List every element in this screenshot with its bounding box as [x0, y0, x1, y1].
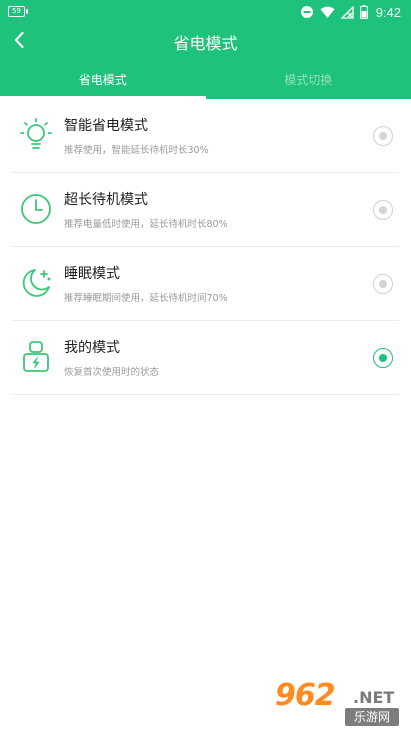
mode-title: 我的模式 — [64, 340, 120, 356]
watermark-suffix: .NET — [353, 688, 395, 707]
mode-item-smart-saving[interactable]: 智能省电模式 推荐使用，智能延长待机时长30% — [12, 99, 399, 173]
title-bar: 省电模式 — [0, 24, 411, 60]
watermark-site-name: 乐游网 — [345, 708, 399, 726]
mode-title: 超长待机模式 — [64, 192, 148, 208]
status-bar: 59 9:42 — [0, 0, 411, 24]
mode-title: 智能省电模式 — [64, 118, 148, 134]
status-time: 9:42 — [375, 4, 401, 20]
do-not-disturb-icon — [300, 6, 313, 18]
mode-radio[interactable] — [373, 126, 393, 146]
lightbulb-icon — [20, 118, 52, 149]
battery-icon — [359, 5, 368, 19]
mode-list: 智能省电模式 推荐使用，智能延长待机时长30% 超长待机模式 推荐电量低时使用，… — [0, 99, 411, 395]
tab-bar: 省电模式 模式切换 — [0, 63, 411, 99]
watermark-number: 962 — [275, 678, 336, 713]
mode-item-sleep[interactable]: 睡眠模式 推荐睡眠期间使用，延长待机时间70% — [12, 247, 399, 321]
page-title: 省电模式 — [173, 34, 238, 53]
clock-icon — [21, 194, 51, 224]
mode-subtitle: 推荐睡眠期间使用，延长待机时间70% — [64, 293, 228, 304]
signal-off-icon — [340, 5, 354, 19]
moon-icon — [22, 269, 51, 297]
app-header: 59 9:42 省电模式 省电模式 模式切换 — [0, 0, 411, 99]
mode-item-long-standby[interactable]: 超长待机模式 推荐电量低时使用，延长待机时长80% — [12, 173, 399, 247]
mode-radio-selected[interactable] — [373, 348, 393, 368]
mode-item-my-mode[interactable]: 我的模式 恢复首次使用时的状态 — [12, 321, 399, 395]
watermark-logo: 962 .NET 乐游网 — [271, 678, 403, 728]
mode-title: 睡眠模式 — [64, 266, 120, 282]
wifi-icon — [320, 6, 335, 18]
mode-subtitle: 推荐电量低时使用，延长待机时长80% — [64, 219, 228, 230]
mode-radio[interactable] — [373, 274, 393, 294]
user-battery-icon — [23, 341, 49, 372]
mode-radio[interactable] — [373, 200, 393, 220]
mode-subtitle: 推荐使用，智能延长待机时长30% — [64, 145, 209, 156]
battery-saver-badge: 59 — [8, 6, 28, 17]
tab-mode-switch[interactable]: 模式切换 — [206, 63, 411, 99]
status-icons: 9:42 — [300, 3, 401, 21]
mode-subtitle: 恢复首次使用时的状态 — [64, 367, 160, 378]
tab-power-saving[interactable]: 省电模式 — [0, 63, 206, 99]
